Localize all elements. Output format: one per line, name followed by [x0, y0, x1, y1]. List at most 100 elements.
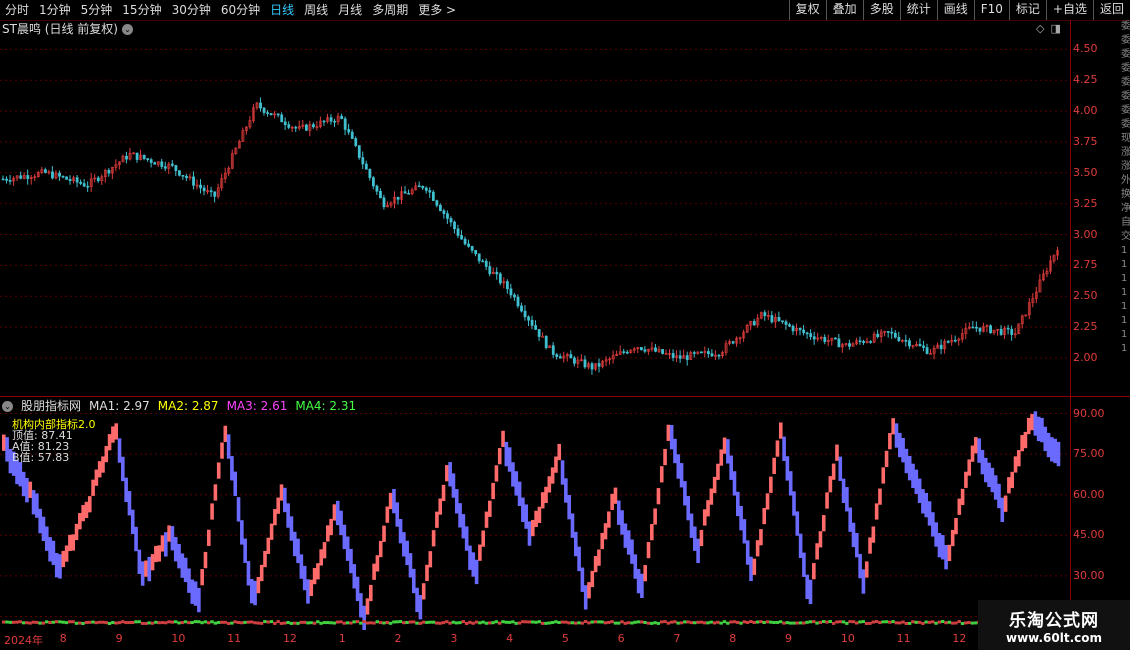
candle-body — [354, 138, 358, 146]
toolbar-action-button[interactable]: 多股 — [862, 0, 900, 20]
toolbar-action-button[interactable]: 画线 — [936, 0, 974, 20]
volume-mark — [914, 620, 918, 624]
price-tick-label: 3.50 — [1073, 165, 1098, 179]
indicator-band — [286, 503, 290, 528]
period-tab[interactable]: 周线 — [299, 0, 333, 20]
indicator-band — [378, 540, 383, 558]
volume-mark — [845, 621, 849, 625]
indicator-band — [263, 550, 267, 568]
price-chart[interactable] — [0, 37, 1070, 395]
period-tab[interactable]: 30分钟 — [167, 0, 216, 20]
period-tab[interactable]: 1分钟 — [34, 0, 76, 20]
toolbar-action-button[interactable]: 返回 — [1092, 0, 1130, 20]
period-tab[interactable]: 60分钟 — [216, 0, 265, 20]
volume-mark — [78, 621, 82, 625]
indicator-band — [484, 511, 489, 528]
candle-body — [678, 355, 682, 359]
volume-mark — [623, 621, 627, 625]
indicator-band — [104, 445, 109, 463]
candle-body — [266, 112, 270, 114]
volume-mark — [616, 621, 621, 625]
indicator-band — [524, 504, 528, 529]
volume-mark — [709, 620, 713, 624]
candle-body — [463, 238, 467, 245]
indicator-band — [921, 489, 925, 514]
candle-body — [276, 113, 280, 116]
volume-mark — [778, 620, 783, 624]
indicator-band — [980, 449, 985, 475]
diamond-icon[interactable]: ◇ — [1036, 22, 1044, 35]
candle-body — [876, 333, 880, 338]
indicator-band — [236, 497, 241, 522]
toolbar-action-button[interactable]: 复权 — [788, 0, 826, 20]
toolbar-action-button[interactable]: 标记 — [1008, 0, 1046, 20]
volume-mark — [729, 620, 733, 624]
indicator-band — [448, 462, 452, 487]
volume-mark — [759, 620, 763, 624]
volume-mark — [8, 620, 13, 624]
volume-mark — [167, 620, 171, 624]
volume-mark — [448, 621, 452, 625]
window-toggle-icon[interactable]: ◨ — [1050, 22, 1060, 35]
candle-body — [717, 354, 721, 357]
indicator-band — [517, 481, 522, 507]
volume-mark — [160, 621, 165, 625]
indicator-band — [663, 448, 667, 466]
indicator-band — [180, 553, 185, 578]
volume-mark — [527, 620, 532, 624]
volume-mark — [917, 620, 922, 624]
candle-body — [643, 349, 647, 352]
indicator-band — [881, 467, 886, 484]
indicator-band — [130, 509, 135, 535]
volume-mark — [253, 621, 257, 625]
indicator-band — [782, 436, 786, 461]
chevron-down-icon[interactable]: ⌄ — [121, 23, 133, 35]
period-tab[interactable]: 多周期 — [367, 0, 413, 20]
volume-mark — [425, 620, 429, 624]
candle-body — [417, 185, 421, 188]
volume-mark — [550, 621, 555, 625]
volume-mark — [329, 621, 333, 625]
volume-mark — [537, 620, 542, 624]
indicator-band — [884, 450, 889, 468]
indicator-band — [719, 449, 724, 466]
volume-mark — [441, 621, 446, 625]
indicator-band — [616, 500, 621, 525]
indicator-band — [1003, 495, 1008, 512]
volume-mark — [61, 620, 65, 624]
period-tab[interactable]: 分时 — [0, 0, 34, 20]
toolbar-action-button[interactable]: 叠加 — [825, 0, 863, 20]
candle-body — [333, 120, 337, 123]
toolbar-action-button[interactable]: +自选 — [1045, 0, 1093, 20]
volume-mark — [38, 621, 42, 625]
indicator-band — [454, 489, 459, 514]
indicator-chart[interactable] — [0, 400, 1070, 630]
indicator-band — [818, 531, 823, 548]
candle-body — [788, 324, 791, 327]
period-tab[interactable]: 5分钟 — [76, 0, 118, 20]
candle-body — [530, 319, 534, 326]
candle-body — [142, 154, 146, 159]
candle-body — [368, 168, 372, 178]
indicator-band — [249, 578, 254, 604]
indicator-band — [742, 519, 747, 544]
volume-mark — [97, 620, 102, 624]
period-tab[interactable]: 更多 > — [413, 0, 461, 20]
volume-mark — [815, 621, 819, 625]
volume-mark — [702, 621, 707, 625]
volume-mark — [954, 621, 958, 625]
period-tab[interactable]: 日线 — [265, 0, 299, 20]
volume-mark — [712, 621, 717, 625]
period-tab[interactable]: 月线 — [333, 0, 367, 20]
volume-mark — [137, 620, 141, 624]
indicator-band — [1043, 426, 1048, 452]
volume-mark — [478, 621, 482, 625]
volume-mark — [200, 621, 204, 625]
toolbar-action-button[interactable]: 统计 — [899, 0, 937, 20]
indicator-band — [901, 437, 905, 463]
indicator-band — [557, 443, 562, 461]
volume-mark — [2, 620, 6, 624]
info-strip-char: 净 — [1121, 203, 1130, 214]
period-tab[interactable]: 15分钟 — [117, 0, 166, 20]
toolbar-action-button[interactable]: F10 — [973, 0, 1009, 20]
